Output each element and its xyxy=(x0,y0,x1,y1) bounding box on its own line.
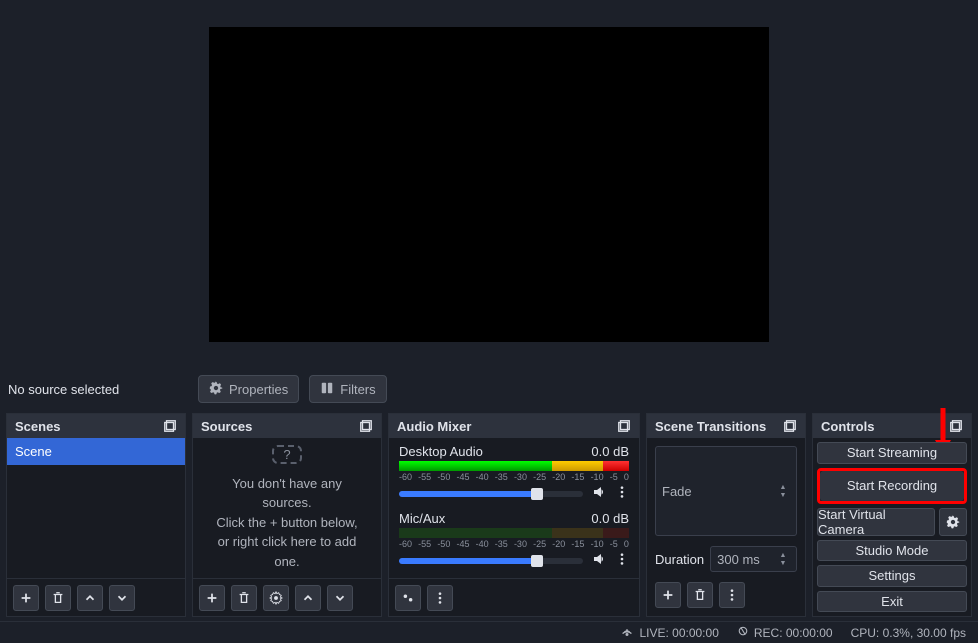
scenes-title: Scenes xyxy=(15,419,61,434)
speaker-icon[interactable] xyxy=(591,484,607,503)
add-source-button[interactable] xyxy=(199,585,225,611)
dock-row: Scenes Scene Sources ? You don't have an… xyxy=(0,409,978,621)
pause-icon xyxy=(737,625,749,640)
remove-transition-button[interactable] xyxy=(687,582,713,608)
source-properties-button[interactable] xyxy=(263,585,289,611)
duration-input[interactable]: 300 ms ▲▼ xyxy=(710,546,797,572)
preview-canvas[interactable] xyxy=(209,27,769,342)
exit-button[interactable]: Exit xyxy=(817,591,967,613)
scenes-panel: Scenes Scene xyxy=(6,413,186,617)
controls-title: Controls xyxy=(821,419,874,434)
live-status: LIVE: 00:00:00 xyxy=(639,626,718,640)
properties-button[interactable]: Properties xyxy=(198,375,299,403)
sources-title: Sources xyxy=(201,419,252,434)
volume-slider[interactable] xyxy=(399,491,583,497)
channel-db: 0.0 dB xyxy=(591,444,629,459)
start-recording-button[interactable]: Start Recording xyxy=(820,471,964,501)
scenes-toolbar xyxy=(7,578,185,616)
transition-menu-button[interactable] xyxy=(719,582,745,608)
move-scene-down-button[interactable] xyxy=(109,585,135,611)
transitions-body: Fade ▲▼ Duration 300 ms ▲▼ xyxy=(647,438,805,616)
sources-empty-text: You don't have any sources. Click the + … xyxy=(207,474,367,572)
audio-menu-button[interactable] xyxy=(427,585,453,611)
properties-label: Properties xyxy=(229,382,288,397)
settings-button[interactable]: Settings xyxy=(817,565,967,587)
audio-mixer-body: Desktop Audio 0.0 dB -60-55-50-45-40-35-… xyxy=(389,438,639,578)
duration-label: Duration xyxy=(655,552,704,567)
no-source-label: No source selected xyxy=(8,382,188,397)
transitions-title: Scene Transitions xyxy=(655,419,766,434)
sources-header: Sources xyxy=(193,414,381,438)
add-scene-button[interactable] xyxy=(13,585,39,611)
recording-status: REC: 00:00:00 xyxy=(737,625,833,640)
connection-status: LIVE: 00:00:00 xyxy=(620,624,718,641)
transitions-header: Scene Transitions xyxy=(647,414,805,438)
audio-toolbar xyxy=(389,578,639,616)
gear-icon xyxy=(209,381,223,398)
move-source-down-button[interactable] xyxy=(327,585,353,611)
audio-meter xyxy=(399,528,629,538)
popout-icon[interactable] xyxy=(617,419,631,433)
audio-channel-micaux: Mic/Aux 0.0 dB -60-55-50-45-40-35-30-25-… xyxy=(399,511,629,570)
start-streaming-button[interactable]: Start Streaming xyxy=(817,442,967,464)
channel-menu-button[interactable] xyxy=(615,552,629,569)
audio-header: Audio Mixer xyxy=(389,414,639,438)
channel-db: 0.0 dB xyxy=(591,511,629,526)
filters-label: Filters xyxy=(340,382,375,397)
popout-icon[interactable] xyxy=(783,419,797,433)
signal-icon xyxy=(620,624,634,641)
status-bar: LIVE: 00:00:00 REC: 00:00:00 CPU: 0.3%, … xyxy=(0,621,978,643)
scenes-list[interactable]: Scene xyxy=(7,438,185,578)
preview-area xyxy=(0,0,978,369)
channel-label: Mic/Aux xyxy=(399,511,445,526)
audio-mixer-panel: Audio Mixer Desktop Audio 0.0 dB -60-55-… xyxy=(388,413,640,617)
chevron-updown-icon: ▲▼ xyxy=(776,551,790,567)
controls-body: Start Streaming Start Recording Start Vi… xyxy=(813,438,971,616)
channel-label: Desktop Audio xyxy=(399,444,483,459)
start-virtual-camera-button[interactable]: Start Virtual Camera xyxy=(817,508,935,536)
channel-menu-button[interactable] xyxy=(615,485,629,502)
filters-icon xyxy=(320,381,334,398)
sources-panel: Sources ? You don't have any sources. Cl… xyxy=(192,413,382,617)
transition-selected: Fade xyxy=(662,484,692,499)
popout-icon[interactable] xyxy=(163,419,177,433)
move-source-up-button[interactable] xyxy=(295,585,321,611)
remove-source-button[interactable] xyxy=(231,585,257,611)
popout-icon[interactable] xyxy=(359,419,373,433)
rec-status: REC: 00:00:00 xyxy=(754,626,833,640)
speaker-icon[interactable] xyxy=(591,551,607,570)
move-scene-up-button[interactable] xyxy=(77,585,103,611)
sources-toolbar xyxy=(193,578,381,616)
audio-ticks: -60-55-50-45-40-35-30-25-20-15-10-50 xyxy=(399,472,629,482)
audio-channel-desktop: Desktop Audio 0.0 dB -60-55-50-45-40-35-… xyxy=(399,444,629,503)
scenes-header: Scenes xyxy=(7,414,185,438)
source-toolbar: No source selected Properties Filters xyxy=(0,369,978,409)
audio-advanced-button[interactable] xyxy=(395,585,421,611)
help-icon: ? xyxy=(272,445,302,464)
cpu-status: CPU: 0.3%, 30.00 fps xyxy=(851,626,966,640)
audio-ticks: -60-55-50-45-40-35-30-25-20-15-10-50 xyxy=(399,539,629,549)
transitions-panel: Scene Transitions Fade ▲▼ Duration 300 m… xyxy=(646,413,806,617)
audio-title: Audio Mixer xyxy=(397,419,471,434)
transition-select[interactable]: Fade ▲▼ xyxy=(655,446,797,536)
controls-panel: Controls Start Streaming Start Recording… xyxy=(812,413,972,617)
add-transition-button[interactable] xyxy=(655,582,681,608)
filters-button[interactable]: Filters xyxy=(309,375,386,403)
studio-mode-button[interactable]: Studio Mode xyxy=(817,540,967,562)
volume-slider[interactable] xyxy=(399,558,583,564)
sources-list[interactable]: ? You don't have any sources. Click the … xyxy=(193,438,381,578)
chevron-updown-icon: ▲▼ xyxy=(776,483,790,499)
virtual-camera-settings-button[interactable] xyxy=(939,508,967,536)
duration-value: 300 ms xyxy=(717,552,760,567)
audio-meter xyxy=(399,461,629,471)
remove-scene-button[interactable] xyxy=(45,585,71,611)
highlight-annotation: Start Recording xyxy=(817,468,967,504)
scene-item[interactable]: Scene xyxy=(7,438,185,465)
